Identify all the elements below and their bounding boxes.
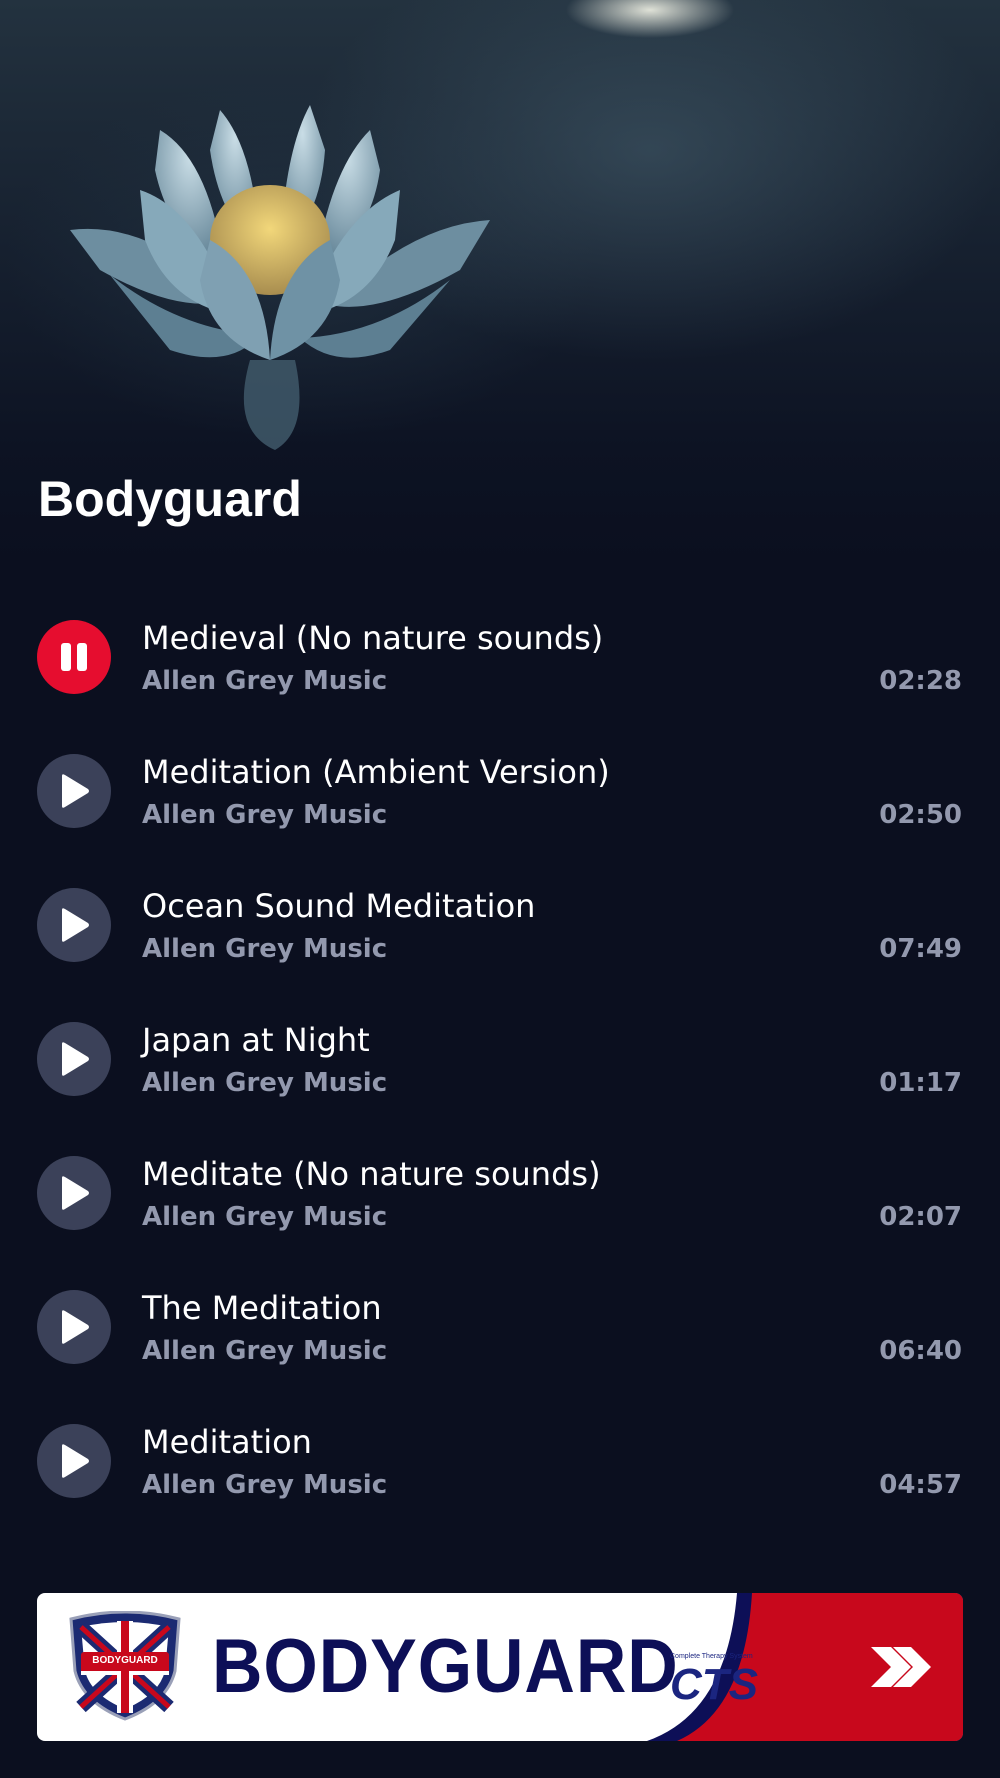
track-duration: 02:07 <box>879 1202 962 1232</box>
play-button[interactable] <box>37 1290 111 1364</box>
play-icon <box>62 1310 89 1344</box>
track-artist: Allen Grey Music <box>142 800 388 830</box>
track-title: Medieval (No nature sounds) <box>142 619 604 657</box>
track-duration: 06:40 <box>879 1336 962 1366</box>
play-button[interactable] <box>37 754 111 828</box>
track-item[interactable]: Meditation Allen Grey Music 04:57 <box>0 1394 1000 1528</box>
play-icon <box>62 1042 89 1076</box>
track-title: Japan at Night <box>142 1021 370 1059</box>
track-artist: Allen Grey Music <box>142 934 388 964</box>
play-button[interactable] <box>37 1156 111 1230</box>
track-title: Meditation (Ambient Version) <box>142 753 610 791</box>
track-title: Meditate (No nature sounds) <box>142 1155 601 1193</box>
banner-cts: CTS <box>670 1660 758 1709</box>
track-artist: Allen Grey Music <box>142 1202 388 1232</box>
track-title: The Meditation <box>142 1289 382 1327</box>
lotus-flower-image <box>70 105 490 450</box>
track-artist: Allen Grey Music <box>142 1470 388 1500</box>
track-duration: 02:28 <box>879 666 962 696</box>
play-button[interactable] <box>37 1424 111 1498</box>
badge-text: BODYGUARD <box>92 1655 158 1666</box>
track-duration: 01:17 <box>879 1068 962 1098</box>
track-artist: Allen Grey Music <box>142 1068 388 1098</box>
track-artist: Allen Grey Music <box>142 1336 388 1366</box>
track-title: Ocean Sound Meditation <box>142 887 536 925</box>
track-item[interactable]: Ocean Sound Meditation Allen Grey Music … <box>0 858 1000 992</box>
track-duration: 02:50 <box>879 800 962 830</box>
track-artist: Allen Grey Music <box>142 666 388 696</box>
track-duration: 07:49 <box>879 934 962 964</box>
page-title: Bodyguard <box>38 471 302 527</box>
play-button[interactable] <box>37 888 111 962</box>
union-jack-shield-logo: BODYGUARD <box>69 1611 181 1721</box>
play-icon <box>62 1444 89 1478</box>
pause-icon <box>61 643 87 671</box>
banner-brand: BODYGUARD <box>212 1624 679 1709</box>
track-item[interactable]: Meditation (Ambient Version) Allen Grey … <box>0 724 1000 858</box>
play-icon <box>62 908 89 942</box>
bodyguard-ad-banner[interactable]: BODYGUARD BODYGUARD Complete Therapy Sys… <box>37 1593 963 1741</box>
banner-cts-tagline: Complete Therapy System <box>670 1653 753 1660</box>
track-item[interactable]: Meditate (No nature sounds) Allen Grey M… <box>0 1126 1000 1260</box>
double-chevron-right-icon <box>871 1647 931 1687</box>
play-icon <box>62 774 89 808</box>
play-icon <box>62 1176 89 1210</box>
track-title: Meditation <box>142 1423 312 1461</box>
track-item[interactable]: Medieval (No nature sounds) Allen Grey M… <box>0 590 1000 724</box>
track-item[interactable]: Japan at Night Allen Grey Music 01:17 <box>0 992 1000 1126</box>
track-item[interactable]: The Meditation Allen Grey Music 06:40 <box>0 1260 1000 1394</box>
track-list: Medieval (No nature sounds) Allen Grey M… <box>0 590 1000 1528</box>
track-duration: 04:57 <box>879 1470 962 1500</box>
pause-button[interactable] <box>37 620 111 694</box>
play-button[interactable] <box>37 1022 111 1096</box>
